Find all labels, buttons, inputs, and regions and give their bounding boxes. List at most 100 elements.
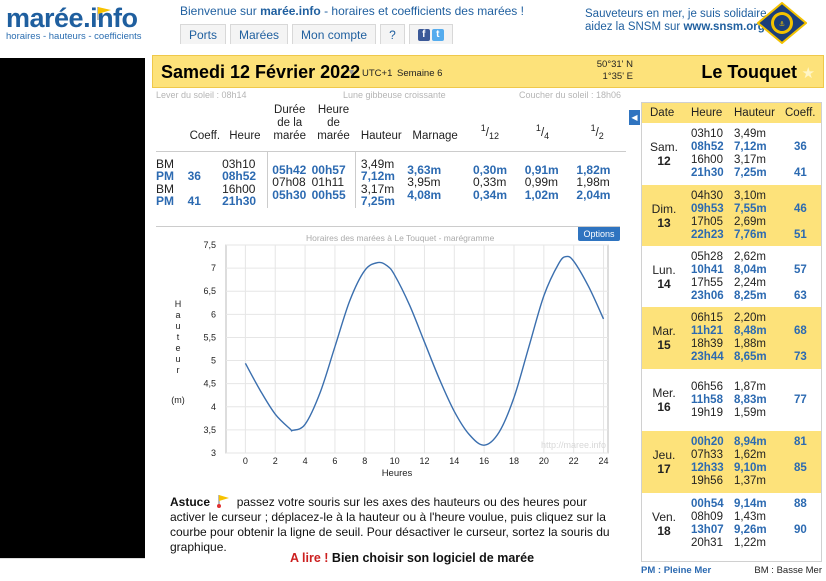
f2-cell: 1,98m <box>576 175 610 189</box>
panel-tide-coeff: 41 <box>794 167 807 179</box>
facebook-icon[interactable]: f <box>417 28 430 41</box>
y-tick-label: 4 <box>211 402 216 412</box>
chart-options-button[interactable]: Options <box>578 227 620 241</box>
snsm-line2-prefix: aidez la SNSM sur <box>585 21 684 33</box>
col-hauteur: Hauteur <box>360 130 402 142</box>
x-tick-label: 8 <box>362 456 367 466</box>
tide-1-2: 1,82m 1,98m 2,04m <box>568 151 626 208</box>
heure-cell: 21h30 <box>222 194 257 208</box>
snsm-link[interactable]: www.snsm.org <box>683 21 764 33</box>
twitter-icon[interactable]: t <box>431 28 444 41</box>
panel-tide-heure: 08h52 <box>691 141 724 153</box>
tide-1-12: 0,30m 0,33m 0,34m <box>463 151 517 208</box>
panel-tide-coeff: 77 <box>794 393 807 406</box>
x-tick-label: 18 <box>509 456 519 466</box>
panel-day-14[interactable]: Lun. 14 05h28 2,62m 10h41 8,04m 57 17h55 2,24m 23… <box>642 246 821 307</box>
panel-tide-heure: 00h20 <box>691 436 724 448</box>
panel-tide-heure: 07h33 <box>691 449 723 461</box>
x-tick-label: 0 <box>243 456 248 466</box>
tip-text: passez votre souris sur les axes des hau… <box>170 495 610 554</box>
panel-tide-row: 00h54 9,14m 88 <box>642 498 821 511</box>
y-tick-label: 6,5 <box>203 286 216 296</box>
snsm-line2: aidez la SNSM sur www.snsm.org <box>585 21 767 34</box>
panel-tide-row: 20h31 1,22m <box>642 537 821 550</box>
coeff-cell: 41 <box>187 194 201 208</box>
read-link[interactable]: A lire ! Bien choisir son logiciel de ma… <box>290 551 534 565</box>
panel-tide-row: 22h23 7,76m 51 <box>642 229 821 242</box>
panel-tide-hauteur: 1,37m <box>734 475 766 487</box>
nav-help[interactable]: ? <box>380 24 405 44</box>
col-duree-3: marée <box>273 130 306 142</box>
x-tick-label: 4 <box>303 456 308 466</box>
panel-tide-hauteur: 8,04m <box>734 263 767 276</box>
panel-tide-hauteur: 3,49m <box>734 128 766 140</box>
panel-tide-hauteur: 8,65m <box>734 351 767 363</box>
date-dropdown-icon[interactable]: ▼ <box>347 67 356 77</box>
panel-tide-hauteur: 2,69m <box>734 215 766 228</box>
panel-tide-row: 06h15 2,20m <box>642 312 821 325</box>
nav-mon-compte[interactable]: Mon compte <box>292 24 377 44</box>
snsm-line1: Sauveteurs en mer, je suis solidaire <box>585 8 767 20</box>
sunset: Coucher du soleil : 18h06 <box>519 90 622 100</box>
x-tick-label: 24 <box>599 456 609 466</box>
panel-tide-coeff: 57 <box>794 263 807 276</box>
panel-day-16[interactable]: Mer. 16 06h56 1,87m 11h58 8,83m 77 19h19 1,59m <box>642 369 821 431</box>
y-axis-label-char: (m) <box>171 395 185 405</box>
panel-tide-row: 08h52 7,12m 36 <box>642 141 821 154</box>
favorite-star-icon[interactable]: ★ <box>802 64 815 82</box>
x-tick-label: 16 <box>479 456 489 466</box>
panel-tide-heure: 03h10 <box>691 128 723 140</box>
nav-marees[interactable]: Marées <box>230 24 289 44</box>
panel-tide-hauteur: 2,20m <box>734 312 766 324</box>
y-axis-label-char: u <box>175 321 180 331</box>
collapse-panel-icon[interactable]: ◀ <box>629 110 640 125</box>
panel-day-15[interactable]: Mar. 15 06h15 2,20m 11h21 8,48m 68 18h39 1,88m 23… <box>642 307 821 369</box>
tide-heights: 3,49m 7,12m 3,17m 7,25m <box>354 151 408 208</box>
y-axis-label-char: r <box>177 365 180 375</box>
panel-day-18[interactable]: Ven. 18 00h54 9,14m 88 08h09 1,43m 13h07 9,26m 90… <box>642 493 821 555</box>
f12-cell: 0,34m <box>472 187 508 202</box>
port-name: Le Touquet <box>701 62 797 82</box>
nav-ports[interactable]: Ports <box>180 24 227 44</box>
panel-tide-hauteur: 7,76m <box>734 228 767 241</box>
panel-col-coeff: Coeff. <box>785 107 816 119</box>
panel-day-12[interactable]: Sam. 12 03h10 3,49m 08h52 7,12m 36 16h00 3,17m 21… <box>642 123 821 185</box>
snsm-banner: Sauveteurs en mer, je suis solidaire aid… <box>585 8 767 34</box>
snsm-badge-icon[interactable]: ⚓ <box>757 2 807 44</box>
x-tick-label: 14 <box>449 456 459 466</box>
x-axis-label: Heures <box>382 468 413 477</box>
tip-flag-icon <box>217 495 230 508</box>
panel-tide-coeff: 81 <box>794 436 807 448</box>
week-tide-panel: Date Heure Hauteur Coeff. Sam. 12 03h10 3,4… <box>641 102 822 562</box>
panel-tide-heure: 16h00 <box>691 154 723 166</box>
site-logo[interactable]: marée.info horaires - hauteurs - coeffic… <box>6 4 142 42</box>
panel-tide-row: 19h56 1,37m <box>642 475 821 488</box>
tide-times: 03h10 08h52 16h00 21h30 <box>222 151 268 208</box>
tide-chart[interactable]: 7,5 7 6,5 6 5,5 5 4,5 4 3,5 3 0 2 4 6 8 10 12 14 16 18 20 22 2… <box>156 226 620 477</box>
tide-chart-svg[interactable]: 7,576,565,554,543,530 2 4 6 8 10 12 14 16 18 20 22 2… <box>156 227 620 477</box>
panel-tide-heure: 11h21 <box>691 325 723 337</box>
moon-phase: Lune gibbeuse croissante <box>343 90 446 100</box>
y-tick-label: 7 <box>211 263 216 273</box>
col-1-12: 1/12 <box>480 122 499 141</box>
panel-tide-hauteur: 7,12m <box>734 141 767 153</box>
panel-day-17[interactable]: Jeu. 17 00h20 8,94m 81 07h33 1,62m 12h33 9,10m 85… <box>642 431 821 493</box>
type-cell: PM <box>156 169 174 183</box>
panel-tide-row: 12h33 9,10m 85 <box>642 462 821 475</box>
panel-tide-hauteur: 1,43m <box>734 511 766 523</box>
duree-cell: 05h30 <box>272 187 307 202</box>
panel-tide-hauteur: 8,48m <box>734 325 767 337</box>
tip-box: Astuce passez votre souris sur les axes … <box>170 494 610 555</box>
current-date[interactable]: Samedi 12 Février 2022 <box>161 62 360 83</box>
panel-tide-heure: 08h09 <box>691 511 723 523</box>
panel-tide-row: 13h07 9,26m 90 <box>642 524 821 537</box>
social-links: f t <box>408 24 453 44</box>
panel-tide-heure: 17h05 <box>691 215 723 228</box>
y-axis-label-char: e <box>175 343 180 353</box>
tide-1-4: 0,91m 0,99m 1,02m <box>517 151 569 208</box>
read-prefix: A lire ! <box>290 551 329 565</box>
panel-tide-heure: 11h58 <box>691 393 723 406</box>
panel-tide-row: 08h09 1,43m <box>642 511 821 524</box>
panel-day-13[interactable]: Dim. 13 04h30 3,10m 09h53 7,55m 46 17h05 2,69m 22… <box>642 185 821 246</box>
panel-tide-row: 07h33 1,62m <box>642 449 821 462</box>
